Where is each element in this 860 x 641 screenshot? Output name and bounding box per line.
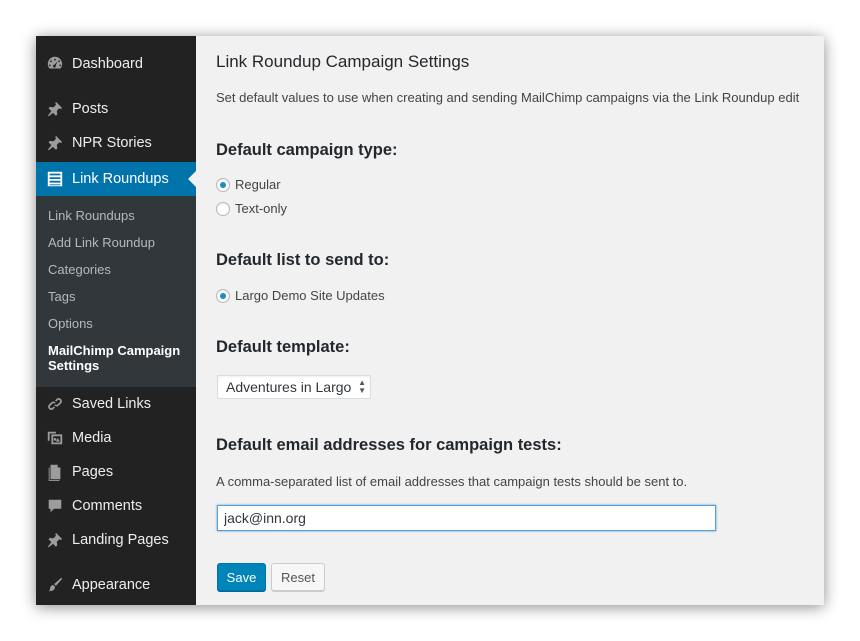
- submenu-item-add-link-roundup[interactable]: Add Link Roundup: [48, 235, 193, 250]
- submenu-item-link-roundups[interactable]: Link Roundups: [48, 208, 193, 223]
- menu-item-comments[interactable]: Comments: [36, 489, 196, 523]
- save-button[interactable]: Save: [217, 563, 266, 591]
- dashboard-icon: [45, 54, 65, 74]
- radio-text-only[interactable]: Text-only: [216, 201, 287, 216]
- radio-button[interactable]: [216, 201, 230, 216]
- menu-item-label: Media: [72, 430, 112, 446]
- menu-item-label: Appearance: [72, 577, 151, 593]
- menu-item-posts[interactable]: Posts: [36, 92, 196, 126]
- radio-button-checked[interactable]: [216, 288, 230, 303]
- pushpin-icon: [45, 530, 65, 550]
- comment-icon: [45, 496, 65, 516]
- campaign-type-heading: Default campaign type:: [216, 141, 398, 159]
- settings-content: Link Roundup Campaign Settings Set defau…: [216, 36, 824, 605]
- submenu-item-mailchimp-campaign-settings[interactable]: MailChimp Campaign Settings: [48, 343, 193, 373]
- menu-item-appearance[interactable]: Appearance: [36, 568, 196, 602]
- email-heading: Default email addresses for campaign tes…: [216, 436, 562, 454]
- link-roundups-submenu: Link Roundups Add Link Roundup Categorie…: [36, 196, 196, 387]
- menu-item-label: Comments: [72, 498, 143, 514]
- admin-sidebar: Dashboard Posts NPR Stories Link Roundup…: [36, 36, 196, 605]
- menu-item-label: Landing Pages: [72, 532, 169, 548]
- radio-regular[interactable]: Regular: [216, 177, 281, 192]
- submenu-item-tags[interactable]: Tags: [48, 289, 193, 304]
- menu-item-pages[interactable]: Pages: [36, 455, 196, 489]
- menu-item-label: Dashboard: [72, 56, 143, 72]
- menu-item-label: Pages: [72, 464, 114, 480]
- radio-label: Text-only: [235, 201, 288, 216]
- paintbrush-icon: [45, 575, 65, 595]
- list-icon: [45, 169, 65, 189]
- template-select[interactable]: Adventures in Largo ▲ ▼: [217, 375, 371, 399]
- email-addresses-input[interactable]: [217, 505, 716, 531]
- menu-item-label: NPR Stories: [72, 135, 152, 151]
- submenu-item-options[interactable]: Options: [48, 316, 193, 331]
- radio-label: Largo Demo Site Updates: [235, 288, 385, 303]
- pages-icon: [45, 462, 65, 482]
- link-icon: [45, 394, 65, 414]
- pushpin-icon: [45, 133, 65, 153]
- menu-item-label: Link Roundups: [72, 171, 169, 187]
- active-menu-arrow: [188, 171, 196, 187]
- page-description: Set default values to use when creating …: [216, 90, 800, 105]
- reset-button[interactable]: Reset: [271, 563, 325, 591]
- radio-largo-demo-site-updates[interactable]: Largo Demo Site Updates: [216, 288, 385, 303]
- radio-button-checked[interactable]: [216, 177, 230, 192]
- menu-item-saved-links[interactable]: Saved Links: [36, 387, 196, 421]
- menu-item-media[interactable]: Media: [36, 421, 196, 455]
- menu-item-link-roundups[interactable]: Link Roundups: [36, 162, 196, 196]
- menu-item-label: Posts: [72, 101, 109, 117]
- media-icon: [45, 428, 65, 448]
- submenu-item-categories[interactable]: Categories: [48, 262, 193, 277]
- menu-item-label: Saved Links: [72, 396, 151, 412]
- select-arrows-icon: ▲ ▼: [358, 378, 366, 395]
- menu-item-npr-stories[interactable]: NPR Stories: [36, 126, 196, 160]
- menu-item-landing-pages[interactable]: Landing Pages: [36, 523, 196, 557]
- email-hint: A comma-separated list of email addresse…: [216, 474, 688, 489]
- admin-window: Dashboard Posts NPR Stories Link Roundup…: [36, 36, 824, 605]
- template-heading: Default template:: [216, 338, 350, 356]
- page-title: Link Roundup Campaign Settings: [216, 52, 470, 71]
- menu-item-dashboard[interactable]: Dashboard: [36, 47, 196, 81]
- pushpin-icon: [45, 99, 65, 119]
- radio-label: Regular: [235, 177, 281, 192]
- template-select-value: Adventures in Largo: [226, 379, 352, 395]
- list-heading: Default list to send to:: [216, 251, 390, 269]
